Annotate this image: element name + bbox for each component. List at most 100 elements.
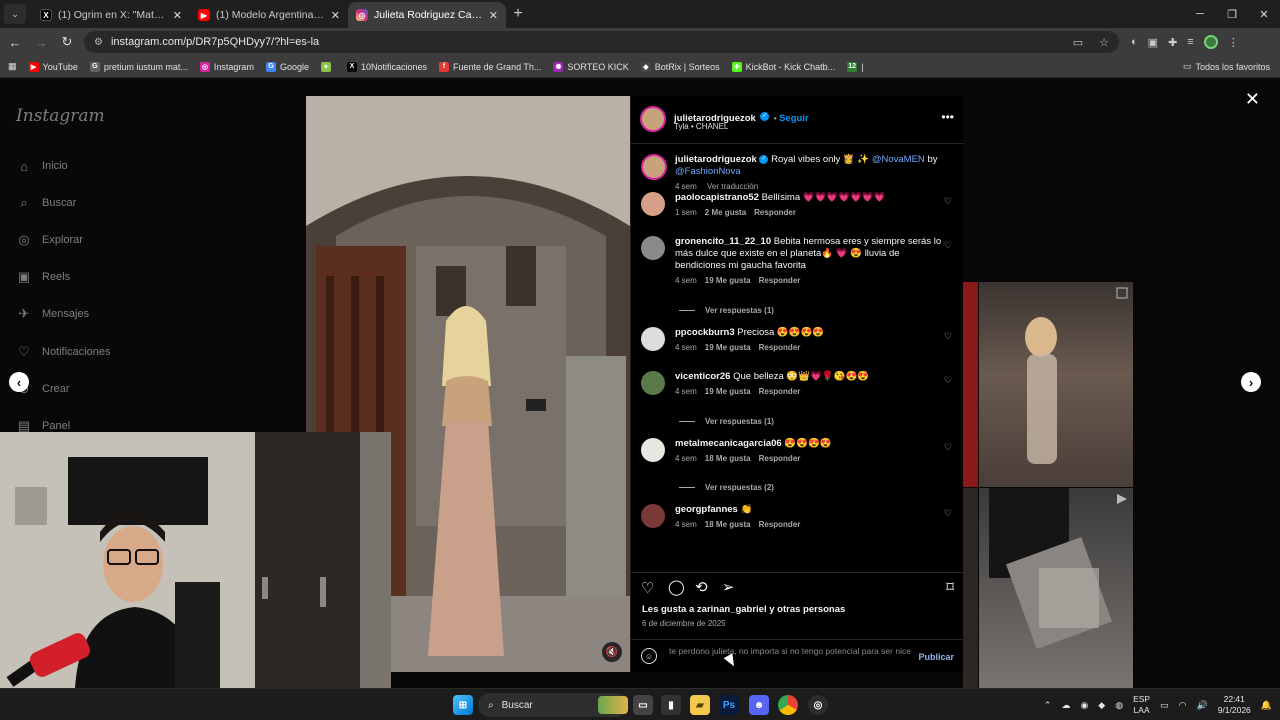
comment-likes[interactable]: 18 Me gusta: [705, 454, 751, 463]
comment-likes[interactable]: 19 Me gusta: [705, 387, 751, 396]
tab-groups-icon[interactable]: ≡: [1187, 36, 1193, 48]
profile-avatar[interactable]: [1203, 35, 1218, 49]
emoji-picker-icon[interactable]: ☺: [641, 648, 657, 664]
address-bar[interactable]: ⚙ instagram.com/p/DR7p5QHDyy7/?hl=es-la …: [84, 31, 1119, 53]
chrome-icon[interactable]: [778, 695, 798, 715]
bookmark-item[interactable]: ▶ YouTube: [28, 61, 78, 72]
bookmark-item[interactable]: Gpretium iustum mat...: [89, 61, 188, 72]
url-text[interactable]: instagram.com/p/DR7p5QHDyy7/?hl=es-la: [111, 36, 1057, 48]
app-icon[interactable]: ◎: [808, 695, 828, 715]
comment-icon[interactable]: ◯: [668, 578, 685, 596]
tab-search-button[interactable]: ⌄: [4, 4, 26, 24]
commenter-avatar[interactable]: [641, 192, 665, 216]
reload-icon[interactable]: ↻: [56, 31, 78, 53]
extension-icon[interactable]: ◐: [1131, 36, 1138, 48]
close-tab-icon[interactable]: ✕: [331, 9, 340, 22]
task-view-icon[interactable]: ▭: [633, 695, 653, 715]
display-icon[interactable]: ▭: [1160, 700, 1169, 711]
commenter-avatar[interactable]: [641, 327, 665, 351]
tab-twitter[interactable]: X (1) Ogrim en X: "Matt se lanza l ✕: [32, 2, 190, 28]
comment-likes[interactable]: 18 Me gusta: [705, 520, 751, 529]
commenter-avatar[interactable]: [641, 504, 665, 528]
sidebar-item-explorar[interactable]: ◎ Explorar: [16, 232, 83, 248]
tray-app-icon[interactable]: ◍: [1115, 700, 1123, 711]
reply-button[interactable]: Responder: [759, 454, 801, 463]
sidebar-item-mensajes[interactable]: ✈ Mensajes: [16, 306, 90, 322]
sidebar-item-inicio[interactable]: ⌂ Inicio: [16, 158, 68, 174]
tray-overflow-icon[interactable]: ⌃: [1044, 700, 1052, 711]
view-replies-button[interactable]: Ver respuestas (2): [679, 483, 774, 492]
close-tab-icon[interactable]: ✕: [489, 9, 498, 22]
reply-button[interactable]: Responder: [754, 208, 796, 217]
discord-icon[interactable]: ☻: [749, 695, 769, 715]
tray-app-icon[interactable]: ☁: [1061, 700, 1070, 711]
forward-icon[interactable]: →: [30, 31, 52, 53]
taskbar-search[interactable]: ⌕ Buscar: [478, 693, 628, 717]
instagram-logo[interactable]: Instagram: [16, 106, 105, 126]
commenter-username[interactable]: georgpfannes: [675, 504, 738, 515]
bookmark-item[interactable]: G Google: [265, 61, 309, 72]
apps-icon[interactable]: ▦: [8, 61, 17, 72]
author-avatar[interactable]: [641, 154, 667, 180]
tray-app-icon[interactable]: ◉: [1080, 700, 1088, 711]
reply-button[interactable]: Responder: [759, 276, 801, 285]
more-options-icon[interactable]: •••: [941, 110, 954, 124]
sidebar-item-buscar[interactable]: ⌕ Buscar: [16, 195, 76, 211]
share-icon[interactable]: ➢: [722, 578, 735, 596]
close-tab-icon[interactable]: ✕: [173, 9, 182, 22]
comment-likes[interactable]: 19 Me gusta: [705, 276, 751, 285]
comment-likes[interactable]: 2 Me gusta: [705, 208, 746, 217]
file-explorer-icon[interactable]: ▰: [690, 695, 710, 715]
save-bookmark-icon[interactable]: ⌑: [946, 578, 954, 596]
bookmark-item[interactable]: ✦: [320, 61, 335, 72]
commenter-avatar[interactable]: [641, 438, 665, 462]
app-icon[interactable]: ▮: [661, 695, 681, 715]
tab-youtube[interactable]: ▶ (1) Modelo Argentina Julieta Ro ✕: [190, 2, 348, 28]
photoshop-icon[interactable]: Ps: [719, 695, 739, 715]
bookmark-item[interactable]: ✚ KickBot - Kick Chatb...: [731, 61, 835, 72]
like-comment-icon[interactable]: ♡: [944, 374, 952, 386]
like-heart-icon[interactable]: ♡: [641, 579, 654, 597]
comment-input[interactable]: te perdono julieta, no importa si no ten…: [669, 646, 914, 657]
start-button-icon[interactable]: ⊞: [453, 695, 473, 715]
bookmark-item[interactable]: f Fuente de Grand Th...: [439, 61, 541, 72]
commenter-username[interactable]: metalmecanicagarcia06: [675, 438, 782, 449]
volume-icon[interactable]: 🔊: [1196, 700, 1207, 711]
comment-likes[interactable]: 19 Me gusta: [705, 343, 751, 352]
mention-link[interactable]: @NovaMEN: [872, 154, 925, 165]
notifications-icon[interactable]: 🔔: [1261, 700, 1272, 711]
sidebar-item-notificaciones[interactable]: ♡ Notificaciones: [16, 344, 110, 360]
bookmark-item[interactable]: ◆ BotRix | Sorteos: [640, 61, 720, 72]
like-comment-icon[interactable]: ♡: [944, 441, 952, 453]
mention-link[interactable]: @FashionNova: [675, 166, 741, 177]
puzzle-icon[interactable]: ✚: [1168, 36, 1177, 49]
grid-thumbnail[interactable]: [963, 282, 978, 487]
restore-icon[interactable]: ❐: [1216, 0, 1248, 28]
view-replies-button[interactable]: Ver respuestas (1): [679, 306, 774, 315]
commenter-username[interactable]: vicenticor26: [675, 371, 730, 382]
reply-button[interactable]: Responder: [759, 520, 801, 529]
reply-button[interactable]: Responder: [759, 387, 801, 396]
author-avatar[interactable]: [640, 106, 666, 132]
translate-link[interactable]: Ver traducción: [707, 182, 758, 191]
bookmark-item[interactable]: 12 |: [847, 61, 864, 72]
wifi-icon[interactable]: ◠: [1179, 700, 1187, 711]
site-info-icon[interactable]: ⚙: [94, 37, 103, 48]
commenter-username[interactable]: gronencito_11_22_10: [675, 236, 771, 247]
mute-icon[interactable]: 🔇: [602, 642, 622, 662]
previous-post-icon[interactable]: ‹: [9, 372, 29, 392]
grid-thumbnail[interactable]: [979, 282, 1133, 487]
sidebar-item-reels[interactable]: ▣ Reels: [16, 269, 70, 285]
close-window-icon[interactable]: ✕: [1248, 0, 1280, 28]
like-comment-icon[interactable]: ♡: [944, 330, 952, 342]
extension-icon[interactable]: ▣: [1148, 36, 1158, 49]
grid-thumbnail[interactable]: [979, 488, 1133, 688]
view-replies-button[interactable]: Ver respuestas (1): [679, 417, 774, 426]
like-comment-icon[interactable]: ♡: [944, 195, 952, 207]
tray-app-icon[interactable]: ◆: [1098, 700, 1105, 711]
back-icon[interactable]: ←: [4, 31, 26, 53]
liked-by[interactable]: Les gusta a zarinan_gabriel y otras pers…: [642, 604, 845, 615]
bookmark-item[interactable]: X 10Notificaciones: [346, 61, 427, 72]
cast-icon[interactable]: ▭: [1073, 36, 1083, 49]
repost-icon[interactable]: ⟲: [695, 578, 708, 596]
